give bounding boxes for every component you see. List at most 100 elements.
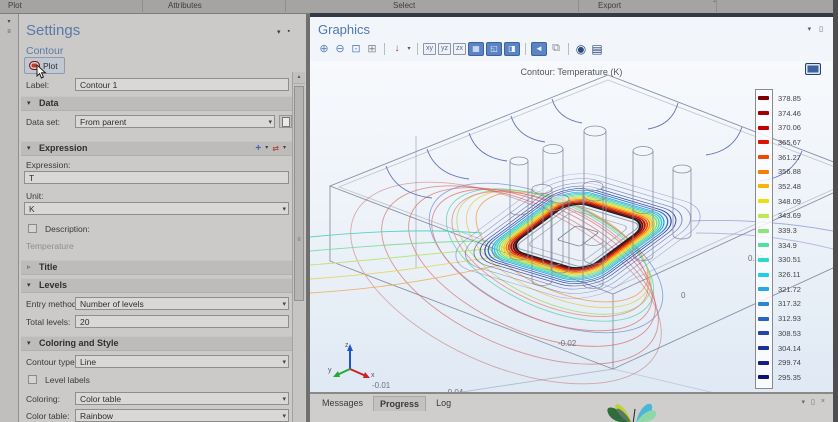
tab-progress[interactable]: Progress: [373, 396, 426, 411]
settings-pin-icon[interactable]: ▪: [288, 28, 290, 36]
zoom-extents-icon[interactable]: ⊞: [365, 41, 379, 56]
color-table-label: Color table:: [26, 411, 69, 421]
toolbar-separator[interactable]: [417, 43, 418, 55]
view-yz-icon[interactable]: yz: [438, 43, 451, 55]
graphics-title: Graphics: [318, 22, 370, 37]
zoom-out-icon[interactable]: ⊖: [333, 41, 347, 56]
legend-entry: 317.32: [755, 297, 801, 312]
add-expression-icon[interactable]: +: [255, 142, 261, 155]
legend-color-dash: [758, 375, 769, 379]
plot-canvas[interactable]: Contour: Temperature (K) 0.020-0.02-0.01…: [310, 61, 833, 396]
collapse-triangle-icon[interactable]: ▾: [27, 142, 31, 155]
section-header-data[interactable]: ▾ Data: [21, 96, 292, 111]
legend-color-dash: [758, 317, 769, 321]
legend-entry: 361.27: [755, 150, 801, 165]
ribbon-collapse-icon[interactable]: ⌃: [712, 0, 717, 7]
print-icon[interactable]: ▤: [590, 41, 604, 56]
section-header-levels[interactable]: ▾ Levels: [21, 278, 292, 293]
label-input[interactable]: Contour 1: [75, 78, 289, 91]
toolbar-separator[interactable]: [568, 43, 569, 55]
section-header-expression[interactable]: ▾ Expression + ▾ ⇄ ▾: [21, 141, 292, 156]
view-dropdown-icon[interactable]: ▾: [406, 41, 412, 56]
section-header-coloring[interactable]: ▾ Coloring and Style: [21, 336, 292, 351]
image-snapshot-icon[interactable]: ◉: [574, 41, 588, 56]
total-levels-label: Total levels:: [26, 317, 70, 327]
legend-color-dash: [758, 287, 769, 291]
legend-entry: 330.51: [755, 253, 801, 268]
zoom-in-icon[interactable]: ⊕: [317, 41, 331, 56]
description-checkbox[interactable]: [28, 224, 37, 233]
graphics-toolbar: ⊕⊖⊡⊞ ↓▾ xyyzzx▦◱◨ ◄⧉ ◉▤: [316, 40, 605, 57]
plot-window-icon[interactable]: [805, 63, 821, 75]
ribbon-group-label[interactable]: Attributes: [168, 1, 202, 10]
scene-light-icon[interactable]: ▦: [468, 42, 484, 56]
settings-menu-icon[interactable]: ▾: [277, 28, 281, 36]
graphics-menu-icon[interactable]: ▾: [808, 25, 812, 33]
add-expression-dropdown-icon[interactable]: ▾: [265, 142, 268, 155]
scrollbar-up-icon[interactable]: ▲: [293, 72, 305, 84]
graphics-window-icon[interactable]: ▯: [819, 25, 823, 33]
coordinate-triad: z x y: [328, 339, 378, 385]
collapsed-panel-rail[interactable]: ▾ ≡: [0, 14, 19, 422]
copy-image-icon[interactable]: ⧉: [549, 41, 563, 56]
triad-z-label: z: [345, 342, 349, 349]
contour-type-dropdown[interactable]: Line ▾: [75, 355, 289, 368]
ribbon-group-label[interactable]: Export: [598, 1, 621, 10]
window-edge: [833, 0, 838, 422]
expression-input[interactable]: T: [24, 171, 289, 184]
section-header-title[interactable]: ▹ Title: [21, 260, 292, 275]
description-value: Temperature: [26, 241, 74, 251]
legend-entry: 343.69: [755, 209, 801, 224]
messages-close-icon[interactable]: ×: [821, 398, 825, 406]
level-labels-checkbox[interactable]: [28, 375, 37, 384]
legend-entry: 365.67: [755, 135, 801, 150]
messages-menu-icon[interactable]: ▾: [802, 398, 806, 406]
environment-icon[interactable]: ◨: [504, 42, 520, 56]
total-levels-input[interactable]: 20: [75, 315, 289, 328]
toolbar-separator[interactable]: [525, 43, 526, 55]
collapse-triangle-icon[interactable]: ▹: [27, 261, 31, 274]
settings-scrollbar[interactable]: ▲ ≡: [292, 72, 305, 422]
legend-value: 378.85: [778, 94, 801, 103]
legend-value: 326.11: [778, 270, 800, 279]
create-dataset-button[interactable]: [279, 115, 292, 128]
coloring-dropdown[interactable]: Color table ▾: [75, 392, 289, 405]
legend-value: 361.27: [778, 153, 801, 162]
scrollbar-thumb[interactable]: ≡: [294, 86, 304, 301]
legend-entry: 304.14: [755, 341, 801, 356]
replace-expression-dropdown-icon[interactable]: ▾: [283, 142, 286, 155]
replace-expression-icon[interactable]: ⇄: [272, 142, 279, 155]
axis-tick-label: 0: [681, 291, 685, 300]
dataset-label: Data set:: [26, 117, 60, 127]
level-labels-label: Level labels: [45, 375, 90, 385]
collapse-triangle-icon[interactable]: ▾: [27, 279, 31, 292]
view-xy-icon[interactable]: xy: [423, 43, 436, 55]
legend-value: 374.46: [778, 109, 801, 118]
color-table-dropdown[interactable]: Rainbow ▾: [75, 409, 289, 422]
view-zx-icon[interactable]: zx: [453, 43, 466, 55]
ribbon-group-label[interactable]: Plot: [8, 1, 22, 10]
dataset-dropdown[interactable]: From parent ▾: [75, 115, 275, 128]
rail-menu-icon[interactable]: ≡: [0, 29, 18, 35]
zoom-box-icon[interactable]: ⊡: [349, 41, 363, 56]
messages-float-icon[interactable]: ▯: [811, 398, 815, 406]
tab-messages[interactable]: Messages: [316, 396, 369, 411]
legend-entry: 321.72: [755, 282, 801, 297]
entry-method-dropdown[interactable]: Number of levels ▾: [75, 297, 289, 310]
legend-value: 348.09: [778, 197, 801, 206]
toolbar-separator[interactable]: [384, 43, 385, 55]
go-to-default-view-icon[interactable]: ↓: [390, 41, 404, 56]
ribbon-group-label[interactable]: Select: [393, 1, 415, 10]
legend-entry: 370.06: [755, 120, 801, 135]
collapse-triangle-icon[interactable]: ▾: [27, 97, 31, 110]
select-mode-icon[interactable]: ◄: [531, 42, 547, 56]
settings-panel: Settings ▾ ▪ Contour Plot Label: Contour…: [19, 14, 306, 422]
scrollbar-grip-icon: ≡: [295, 237, 303, 243]
rail-minimize-icon[interactable]: ▾: [0, 18, 18, 25]
transparency-icon[interactable]: ◱: [486, 42, 502, 56]
legend-color-dash: [758, 214, 769, 218]
tab-log[interactable]: Log: [430, 396, 457, 411]
legend-entry: 334.9: [755, 238, 801, 253]
unit-combobox[interactable]: K ▾: [24, 202, 289, 215]
collapse-triangle-icon[interactable]: ▾: [27, 337, 31, 350]
